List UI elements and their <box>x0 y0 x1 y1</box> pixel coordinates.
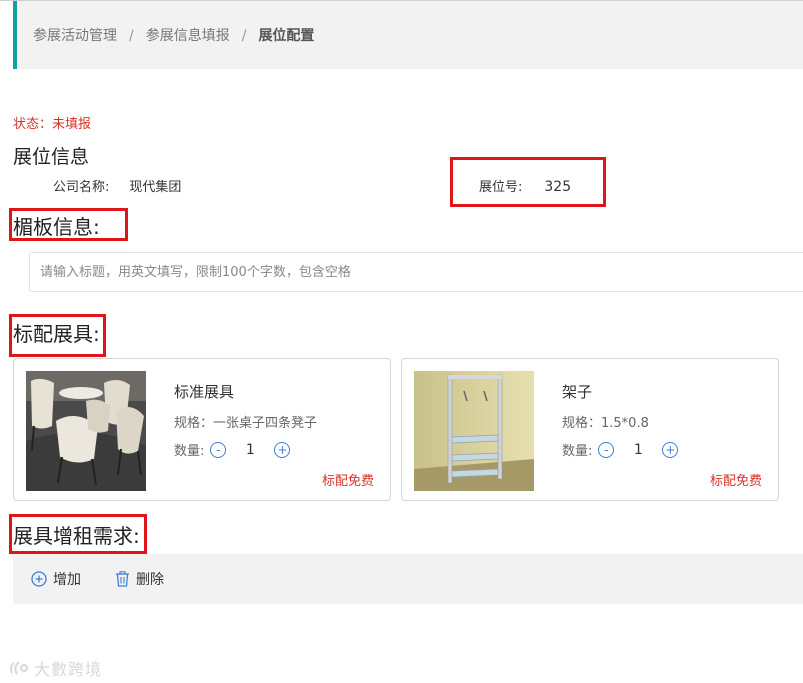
free-badge: 标配免费 <box>321 474 374 489</box>
equipment-name: 架子 <box>562 383 593 401</box>
delete-button[interactable]: 删除 <box>115 569 164 589</box>
status-label: 状态： <box>13 117 53 132</box>
watermark-text: 大數跨境 <box>34 660 103 679</box>
company-value: 现代集团 <box>129 180 182 195</box>
breadcrumb-item-activity[interactable]: 参展活动管理 <box>33 28 117 44</box>
trash-icon <box>116 571 129 587</box>
increment-button[interactable]: + <box>662 441 679 458</box>
equipment-name: 标准展具 <box>174 383 235 401</box>
free-badge: 标配免费 <box>709 474 762 489</box>
quantity-stepper: 数量: - 1 + <box>562 440 679 459</box>
quantity-stepper: 数量: - 1 + <box>174 440 291 459</box>
breadcrumb-separator: / <box>241 28 247 44</box>
shelf-image <box>414 371 534 491</box>
equipment-card-standard: 标准展具 规格：一张桌子四条凳子 数量: - 1 + 标配免费 <box>13 358 391 501</box>
highlight-box-booth-number <box>450 157 606 207</box>
status-text: 状态：未填报 <box>13 113 91 132</box>
company-label: 公司名称: <box>53 180 110 195</box>
plus-circle-icon <box>31 571 47 587</box>
chairs-table-image <box>26 371 146 491</box>
equipment-card-shelf: 架子 规格：1.5*0.8 数量: - 1 + 标配免费 <box>401 358 779 501</box>
delete-label: 删除 <box>136 572 164 588</box>
breadcrumb: 参展活动管理 / 参展信息填报 / 展位配置 <box>13 1 803 69</box>
add-button[interactable]: 增加 <box>31 569 81 589</box>
breadcrumb-current: 展位配置 <box>258 28 315 44</box>
watermark: 大數跨境 <box>8 656 102 680</box>
highlight-box-rental <box>9 514 147 554</box>
status-value: 未填报 <box>52 117 92 132</box>
breadcrumb-item-info[interactable]: 参展信息填报 <box>146 28 230 44</box>
add-label: 增加 <box>53 572 81 588</box>
decrement-button[interactable]: - <box>210 441 227 458</box>
equipment-spec: 规格：一张桌子四条凳子 <box>174 416 318 431</box>
decrement-button[interactable]: - <box>598 441 615 458</box>
increment-button[interactable]: + <box>274 441 291 458</box>
highlight-box-standard <box>9 314 106 357</box>
quantity-value: 1 <box>633 441 643 458</box>
booth-info-heading: 展位信息 <box>13 146 90 168</box>
highlight-box-fascia <box>9 208 128 241</box>
watermark-logo-icon <box>9 661 28 675</box>
quantity-label: 数量: <box>562 444 593 459</box>
quantity-value: 1 <box>245 441 255 458</box>
fascia-title-input[interactable] <box>29 252 803 292</box>
quantity-label: 数量: <box>174 444 205 459</box>
company-row: 公司名称: 现代集团 <box>53 176 181 195</box>
rental-action-bar: 增加 删除 <box>13 554 803 604</box>
equipment-spec: 规格：1.5*0.8 <box>562 416 649 431</box>
breadcrumb-separator: / <box>129 28 134 44</box>
